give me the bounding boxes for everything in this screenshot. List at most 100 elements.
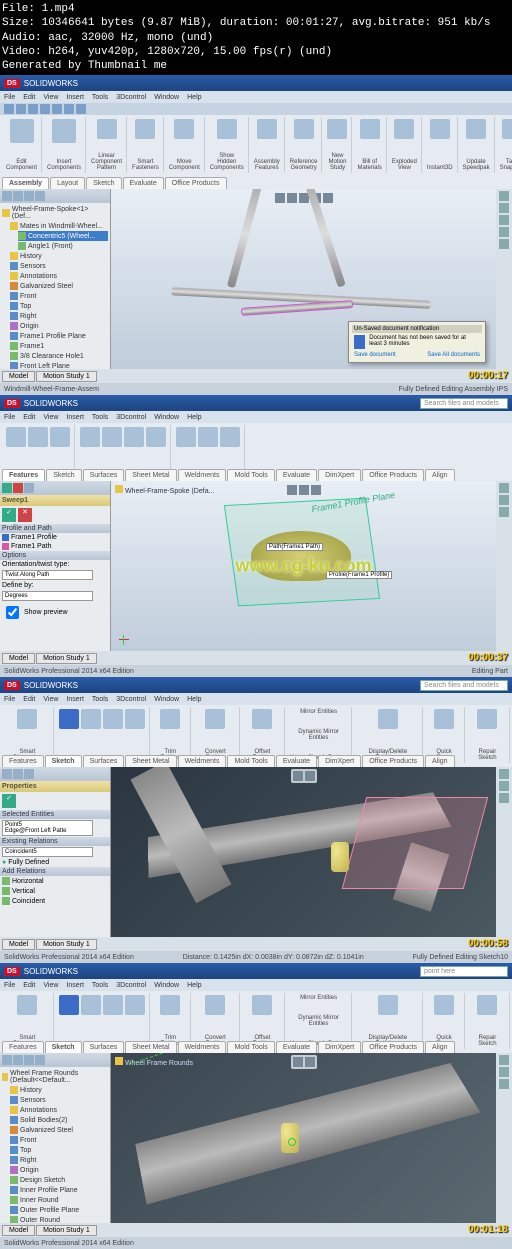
rect-icon[interactable] [81, 995, 101, 1015]
repair-icon[interactable] [477, 709, 497, 729]
menu-edit[interactable]: Edit [23, 696, 35, 703]
tree-root[interactable]: Wheel Frame Rounds (Default<<Default... [2, 1069, 108, 1085]
zoom-icon[interactable] [275, 193, 285, 203]
tree-tab-icon[interactable] [24, 769, 34, 779]
zoom-icon[interactable] [287, 485, 297, 495]
relation-coincident[interactable]: Coincident [0, 896, 110, 906]
tree-item[interactable]: Frame1 [10, 341, 108, 351]
menu-view[interactable]: View [43, 414, 58, 421]
ok-button[interactable]: ✓ [2, 794, 16, 808]
rotate-icon[interactable] [305, 1057, 315, 1067]
trim-icon[interactable] [160, 709, 180, 729]
pan-icon[interactable] [299, 193, 309, 203]
tab-motion[interactable]: Motion Study 1 [36, 653, 97, 664]
tab-weldments[interactable]: Weldments [178, 469, 227, 481]
3d-viewport[interactable] [111, 767, 496, 937]
tree-item[interactable]: Right [10, 1155, 108, 1165]
tab-features[interactable]: Features [2, 755, 44, 767]
tree-item[interactable]: History [10, 1085, 108, 1095]
preview-checkbox[interactable] [6, 606, 19, 619]
tab-mold[interactable]: Mold Tools [227, 469, 274, 481]
menu-tools[interactable]: Tools [92, 94, 108, 101]
feature-tree[interactable]: Wheel-Frame-Spoke<1> (Def... Mates in Wi… [0, 189, 111, 369]
tab-sketch[interactable]: Sketch [46, 469, 81, 481]
tab-features[interactable]: Features [2, 1041, 44, 1053]
shell-icon[interactable] [220, 427, 240, 447]
menu-tools[interactable]: Tools [92, 982, 108, 989]
tree-item[interactable]: Solid Bodies(2) [10, 1115, 108, 1125]
new-icon[interactable] [4, 104, 14, 114]
display-icon[interactable] [323, 193, 333, 203]
tree-tab-icon[interactable] [13, 1055, 23, 1065]
circle-icon[interactable] [103, 995, 123, 1015]
tab-model[interactable]: Model [2, 371, 35, 382]
relation-horizontal[interactable]: Horizontal [0, 876, 110, 886]
menu-window[interactable]: Window [154, 414, 179, 421]
tab-motion[interactable]: Motion Study 1 [36, 371, 97, 382]
zoom-icon[interactable] [293, 771, 303, 781]
fillet-icon[interactable] [124, 427, 144, 447]
preview-icon[interactable] [24, 483, 34, 493]
undo-icon[interactable] [52, 104, 62, 114]
tree-item[interactable]: Galvanized Steel [10, 1125, 108, 1135]
move-component-icon[interactable] [174, 119, 194, 139]
library-icon[interactable] [499, 203, 509, 213]
hole-icon[interactable] [102, 427, 122, 447]
tab-evaluate[interactable]: Evaluate [276, 755, 317, 767]
tab-evaluate[interactable]: Evaluate [123, 177, 164, 189]
tree-item[interactable]: Top [10, 301, 108, 311]
tab-motion[interactable]: Motion Study 1 [36, 939, 97, 950]
tree-item[interactable]: Inner Profile Plane [10, 1185, 108, 1195]
tab-weldments[interactable]: Weldments [178, 755, 227, 767]
sweep-icon[interactable] [50, 427, 70, 447]
save-icon[interactable] [28, 104, 38, 114]
path-field[interactable]: Frame1 Path [0, 542, 110, 551]
menu-window[interactable]: Window [154, 696, 179, 703]
flyout-tree[interactable]: Wheel Frame Rounds [115, 1057, 193, 1067]
ok-icon[interactable] [2, 483, 12, 493]
exploded-view-icon[interactable] [394, 119, 414, 139]
offset-icon[interactable] [252, 709, 272, 729]
tab-evaluate[interactable]: Evaluate [276, 1041, 317, 1053]
tab-model[interactable]: Model [2, 653, 35, 664]
tree-item[interactable]: Galvanized Steel [10, 281, 108, 291]
snap-icon[interactable] [434, 709, 454, 729]
tab-sketch[interactable]: Sketch [86, 177, 121, 189]
rotate-icon[interactable] [305, 771, 315, 781]
motion-study-icon[interactable] [327, 119, 347, 139]
menu-file[interactable]: File [4, 414, 15, 421]
convert-icon[interactable] [205, 709, 225, 729]
tree-item[interactable]: History [10, 251, 108, 261]
revolve-icon[interactable] [28, 427, 48, 447]
tab-assembly[interactable]: Assembly [2, 177, 49, 189]
rect-icon[interactable] [81, 709, 101, 729]
show-hidden-icon[interactable] [217, 119, 237, 139]
menu-tools[interactable]: Tools [92, 414, 108, 421]
tab-align[interactable]: Align [425, 755, 455, 767]
tree-tab-icon[interactable] [24, 191, 34, 201]
tree-item[interactable]: Top [10, 1145, 108, 1155]
tree-item[interactable]: Outer Profile Plane [10, 1205, 108, 1215]
explorer-icon[interactable] [499, 507, 509, 517]
resources-icon[interactable] [499, 1055, 509, 1065]
trim-icon[interactable] [160, 995, 180, 1015]
tab-surfaces[interactable]: Surfaces [83, 1041, 125, 1053]
tree-root[interactable]: Wheel-Frame-Spoke<1> (Def... [2, 205, 108, 221]
snap-icon[interactable] [434, 995, 454, 1015]
tree-item[interactable]: Outer Round [10, 1215, 108, 1223]
search-input[interactable]: point here [420, 966, 508, 977]
draft-icon[interactable] [198, 427, 218, 447]
tree-item[interactable]: Right [10, 311, 108, 321]
snapshot-icon[interactable] [502, 119, 512, 139]
menu-insert[interactable]: Insert [66, 982, 84, 989]
menu-file[interactable]: File [4, 94, 15, 101]
tab-align[interactable]: Align [425, 1041, 455, 1053]
library-icon[interactable] [499, 495, 509, 505]
tree-tab-icon[interactable] [2, 191, 12, 201]
menu-edit[interactable]: Edit [23, 982, 35, 989]
save-doc-link[interactable]: Save document [354, 352, 396, 358]
menu-insert[interactable]: Insert [66, 696, 84, 703]
relations-icon[interactable] [378, 709, 398, 729]
selection-list[interactable]: Point5Edge@Front Left Patte [2, 820, 93, 836]
tree-item[interactable]: Origin [10, 321, 108, 331]
